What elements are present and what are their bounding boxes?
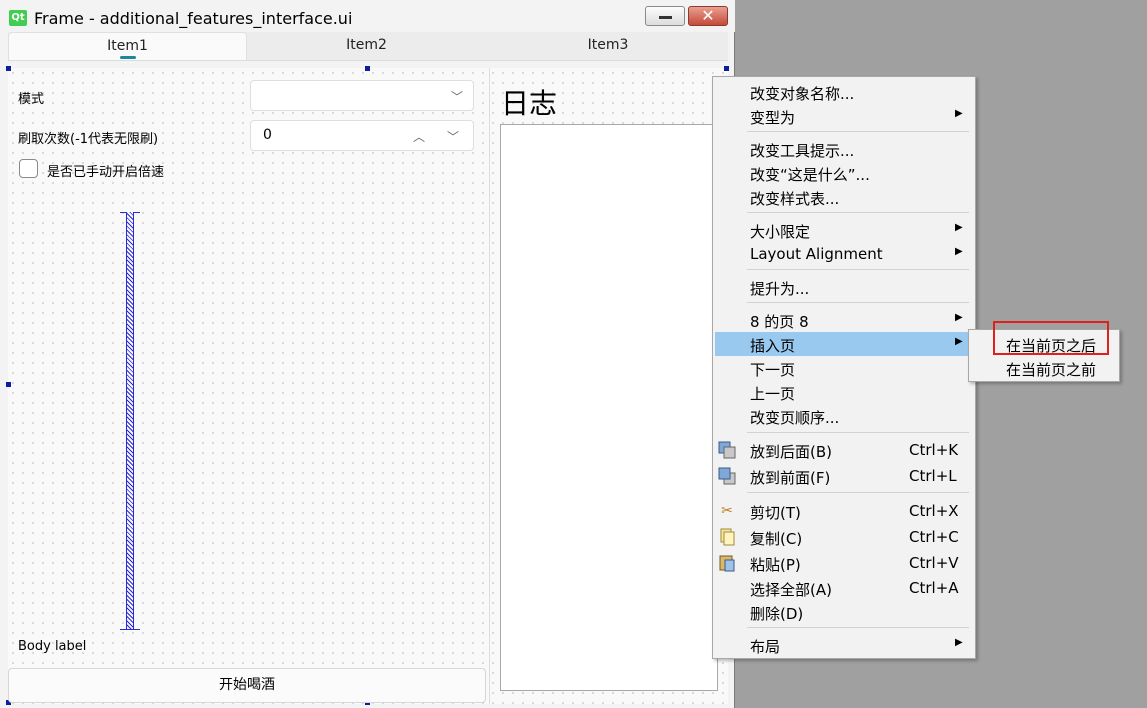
mode-combobox[interactable]: ﹀ bbox=[250, 80, 474, 111]
menu-separator bbox=[747, 212, 969, 213]
submenu-arrow-icon: ▶ bbox=[955, 246, 963, 257]
speed-checkbox[interactable] bbox=[19, 159, 38, 178]
count-spinbox[interactable]: 0 ︿ ﹀ bbox=[250, 120, 474, 151]
tab-item3[interactable]: Item3 bbox=[488, 32, 728, 59]
copy-icon bbox=[718, 528, 736, 546]
scissors-icon: ✂ bbox=[721, 503, 733, 519]
menu-item-rename[interactable]: 改变对象名称... bbox=[715, 80, 973, 104]
menu-item-stylesheet[interactable]: 改变样式表... bbox=[715, 185, 973, 209]
checkbox-label: 是否已手动开启倍速 bbox=[47, 165, 165, 180]
bring-front-icon bbox=[718, 467, 736, 485]
submenu-arrow-icon: ▶ bbox=[955, 637, 963, 648]
menu-item-copy[interactable]: 复制(C) Ctrl+C bbox=[715, 525, 973, 549]
spacer-bottom-cap bbox=[120, 629, 140, 630]
menu-item-insert-page[interactable]: 插入页 ▶ bbox=[715, 332, 973, 356]
chevron-down-icon[interactable]: ﹀ bbox=[447, 128, 459, 145]
form-canvas[interactable]: 模式 ﹀ 刷取次数(-1代表无限刷) 0 ︿ ﹀ 是否已手动开启倍速 Body … bbox=[6, 66, 729, 705]
tab-item1[interactable]: Item1 bbox=[8, 32, 247, 60]
body-label: Body label bbox=[18, 639, 87, 654]
menu-item-next-page[interactable]: 下一页 bbox=[715, 356, 973, 380]
minimize-button[interactable] bbox=[645, 6, 685, 26]
paste-icon bbox=[718, 554, 736, 572]
send-back-icon bbox=[718, 441, 736, 459]
menu-separator bbox=[747, 432, 969, 433]
vertical-spacer[interactable] bbox=[126, 212, 134, 630]
menu-item-paste[interactable]: 粘贴(P) Ctrl+V bbox=[715, 551, 973, 575]
log-title: 日志 bbox=[501, 87, 558, 120]
tab-label: Item3 bbox=[587, 37, 629, 53]
chevron-down-icon: ﹀ bbox=[451, 90, 464, 104]
submenu-arrow-icon: ▶ bbox=[955, 312, 963, 323]
menu-item-cut[interactable]: ✂ 剪切(T) Ctrl+X bbox=[715, 499, 973, 523]
submenu-arrow-icon: ▶ bbox=[955, 336, 963, 347]
tab-bar: Item1 Item2 Item3 bbox=[8, 32, 728, 61]
menu-separator bbox=[747, 269, 969, 270]
tab-item2[interactable]: Item2 bbox=[248, 32, 485, 59]
count-label: 刷取次数(-1代表无限刷) bbox=[18, 132, 159, 147]
menu-separator bbox=[747, 302, 969, 303]
menu-item-delete[interactable]: 删除(D) bbox=[715, 600, 973, 624]
submenu-arrow-icon: ▶ bbox=[955, 222, 963, 233]
menu-separator bbox=[747, 627, 969, 628]
log-text-area[interactable] bbox=[500, 124, 718, 691]
window-title: Frame - additional_features_interface.ui bbox=[34, 9, 353, 28]
menu-item-prev-page[interactable]: 上一页 bbox=[715, 380, 973, 404]
menu-separator bbox=[747, 492, 969, 493]
menu-item-select-all[interactable]: 选择全部(A) Ctrl+A bbox=[715, 576, 973, 600]
menu-separator bbox=[747, 131, 969, 132]
minimize-icon bbox=[659, 16, 672, 19]
tab-label: Item1 bbox=[107, 38, 148, 54]
log-pane: 日志 bbox=[489, 68, 729, 704]
tab-label: Item2 bbox=[346, 37, 387, 53]
submenu-arrow-icon: ▶ bbox=[955, 108, 963, 119]
qt-logo-icon: Qt bbox=[9, 10, 27, 26]
menu-item-page-order[interactable]: 改变页顺序... bbox=[715, 404, 973, 428]
context-menu: 改变对象名称... 变型为 ▶ 改变工具提示... 改变“这是什么”... 改变样… bbox=[712, 76, 976, 659]
menu-item-layout[interactable]: 布局 ▶ bbox=[715, 633, 973, 657]
close-button[interactable]: ✕ bbox=[688, 6, 728, 26]
menu-item-whatsthis[interactable]: 改变“这是什么”... bbox=[715, 161, 973, 185]
menu-item-page-of[interactable]: 8 的页 8 ▶ bbox=[715, 308, 973, 332]
title-bar[interactable]: Qt Frame - additional_features_interface… bbox=[0, 0, 735, 32]
count-value: 0 bbox=[263, 127, 272, 143]
menu-item-promote[interactable]: 提升为... bbox=[715, 275, 973, 299]
submenu-item-before-current[interactable]: 在当前页之前 bbox=[971, 356, 1117, 380]
menu-item-bring-front[interactable]: 放到前面(F) Ctrl+L bbox=[715, 464, 973, 488]
mode-label: 模式 bbox=[18, 92, 45, 107]
highlight-outline bbox=[993, 321, 1109, 355]
menu-item-size-constraints[interactable]: 大小限定 ▶ bbox=[715, 218, 973, 242]
active-tab-indicator bbox=[119, 56, 136, 59]
settings-pane: 模式 ﹀ 刷取次数(-1代表无限刷) 0 ︿ ﹀ 是否已手动开启倍速 Body … bbox=[8, 68, 486, 704]
close-icon: ✕ bbox=[701, 6, 715, 25]
menu-item-send-back[interactable]: 放到后面(B) Ctrl+K bbox=[715, 438, 973, 462]
designer-window: Qt Frame - additional_features_interface… bbox=[0, 0, 735, 708]
menu-item-tooltip[interactable]: 改变工具提示... bbox=[715, 137, 973, 161]
menu-item-morph[interactable]: 变型为 ▶ bbox=[715, 104, 973, 128]
start-button[interactable]: 开始喝酒 bbox=[8, 668, 486, 703]
chevron-up-icon[interactable]: ︿ bbox=[413, 128, 425, 145]
menu-item-layout-alignment[interactable]: Layout Alignment ▶ bbox=[715, 242, 973, 266]
